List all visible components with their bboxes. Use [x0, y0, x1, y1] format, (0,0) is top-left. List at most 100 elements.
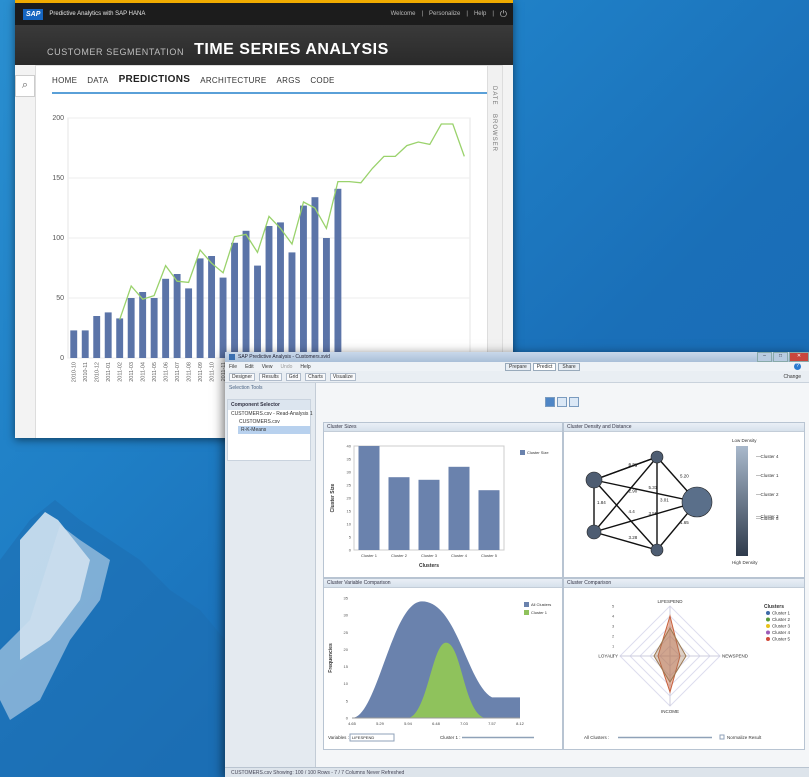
bar: [185, 288, 193, 358]
bar: [418, 479, 440, 550]
density-high-label: High Density: [732, 560, 758, 565]
menu-view[interactable]: View: [262, 364, 273, 370]
x-tick-label: 4.65: [348, 721, 357, 726]
table-view-icon[interactable]: [557, 397, 567, 407]
grid-view-icon[interactable]: [545, 397, 555, 407]
charts-button[interactable]: Charts: [305, 372, 326, 381]
radar-axis-label: LOYALTY: [598, 654, 618, 659]
legend-swatch: [766, 630, 770, 635]
help-link[interactable]: Help: [474, 11, 486, 17]
welcome-link[interactable]: Welcome: [391, 11, 416, 17]
density-node-label: —Cluster 1: [756, 473, 779, 478]
bar: [478, 490, 500, 550]
y-tick-label: 40: [347, 444, 352, 449]
y-tick-label: 25: [344, 630, 349, 635]
edge: [593, 479, 698, 503]
x-tick-label: 2011-04: [141, 362, 147, 382]
y-tick-label: 15: [344, 664, 349, 669]
bar: [208, 256, 216, 358]
tab-predictions[interactable]: PREDICTIONS: [119, 74, 191, 92]
y-tick-label: 5: [349, 535, 352, 540]
radar-cluster-2: [653, 626, 687, 683]
bar: [93, 316, 101, 358]
bar: [448, 466, 470, 550]
prepare-button[interactable]: Prepare: [505, 362, 531, 371]
bar: [127, 298, 135, 358]
tree-item-analysis[interactable]: CUSTOMERS.csv - Read-Analysis 1: [228, 410, 313, 418]
personalize-link[interactable]: Personalize: [429, 11, 460, 17]
cluster-density-chart: 5.795.311.845.203.012.903.553.281.654.42…: [585, 438, 779, 565]
cluster-label: Cluster 1 :: [440, 735, 461, 740]
panel-title: Cluster Variable Comparison: [324, 579, 562, 588]
legend-swatch: [766, 611, 770, 615]
visualize-button[interactable]: Visualize: [329, 372, 356, 381]
bar: [150, 298, 158, 358]
tab-architecture[interactable]: ARCHITECTURE: [200, 76, 266, 92]
x-tick-label: 2011-06: [164, 362, 170, 382]
cluster-size-chart: 0 5 10 15 20 25 30 35 40 Cluster 1 Cluster 2 Cluste…: [330, 444, 549, 570]
share-button[interactable]: Share: [558, 362, 580, 371]
y-tick-label: 35: [344, 596, 349, 601]
cluster-node: [650, 543, 664, 557]
legend-swatch: [766, 637, 770, 641]
browser-label: BROWSER: [491, 113, 497, 152]
chart-view-icon[interactable]: [569, 397, 579, 407]
edge-label: 3.55: [649, 511, 658, 516]
tab-home[interactable]: HOME: [52, 76, 77, 92]
bar: [300, 205, 307, 358]
radar-axis-label: INCOME: [661, 709, 679, 714]
edge-label: 1.65: [680, 520, 689, 525]
tree-item-kmeans[interactable]: R-K-Means: [238, 426, 310, 434]
legend-label: Cluster 5: [772, 637, 791, 642]
maximize-button[interactable]: □: [773, 352, 788, 362]
designer-button[interactable]: Designer: [229, 372, 256, 381]
bar: [322, 238, 330, 358]
radar-tick: 5: [612, 604, 615, 609]
tab-args[interactable]: ARGS: [276, 76, 300, 92]
edge-label: 5.20: [680, 474, 689, 479]
help-icon[interactable]: ?: [794, 363, 801, 370]
bar: [81, 330, 89, 358]
tab-code[interactable]: CODE: [310, 76, 334, 92]
minimize-button[interactable]: –: [757, 352, 772, 362]
menu-edit[interactable]: Edit: [245, 364, 254, 370]
change-dropdown[interactable]: Change: [781, 374, 803, 380]
panel-title: Cluster Sizes: [324, 423, 562, 432]
radar-axis-label: NEWSPEND: [722, 654, 749, 659]
edge: [593, 531, 658, 551]
tab-data[interactable]: DATA: [87, 76, 108, 92]
close-button[interactable]: ✕: [789, 352, 809, 362]
bar: [358, 446, 380, 550]
x-tick-label: 2011-05: [152, 362, 158, 382]
y-tick-label: 50: [56, 295, 64, 302]
x-tick-label: Cluster 5: [481, 553, 498, 558]
x-tick-label: 2010-10: [72, 362, 78, 382]
density-node-label: —Cluster 5: [756, 516, 779, 521]
x-tick-label: Cluster 4: [451, 553, 468, 558]
bar: [254, 265, 261, 358]
menu-undo[interactable]: Undo: [280, 364, 292, 370]
y-tick-label: 200: [52, 115, 64, 122]
tree-item-dataset[interactable]: CUSTOMERS.csv: [236, 418, 310, 426]
density-node-label: —Cluster 2: [756, 492, 779, 497]
component-selector-header: Component Selector: [228, 400, 310, 410]
bar: [173, 274, 181, 358]
page-subtitle: CUSTOMER SEGMENTATION: [47, 47, 185, 57]
y-tick-label: 10: [347, 522, 352, 527]
radar-axis-label: LIFESPEND: [657, 599, 683, 604]
cluster-comparison-panel: Cluster Comparison 0 1 2 3 4 5 LIFESPEND NEWSPE…: [563, 578, 805, 750]
selection-tools-header: Selection Tools: [229, 385, 263, 391]
legend-swatch: [766, 624, 770, 628]
x-tick-label: 6.48: [432, 721, 441, 726]
predict-button[interactable]: Predict: [532, 362, 557, 371]
results-button[interactable]: Results: [259, 372, 282, 381]
power-icon[interactable]: ⏻: [500, 9, 507, 20]
y-tick-label: 30: [344, 613, 349, 618]
bar: [162, 278, 170, 358]
y-tick-label: 0: [349, 548, 352, 553]
menu-help[interactable]: Help: [300, 364, 310, 370]
search-icon[interactable]: ⌕: [15, 75, 35, 97]
menu-file[interactable]: File: [229, 364, 237, 370]
y-tick-label: 20: [347, 496, 352, 501]
grid-button[interactable]: Grid: [285, 372, 302, 381]
